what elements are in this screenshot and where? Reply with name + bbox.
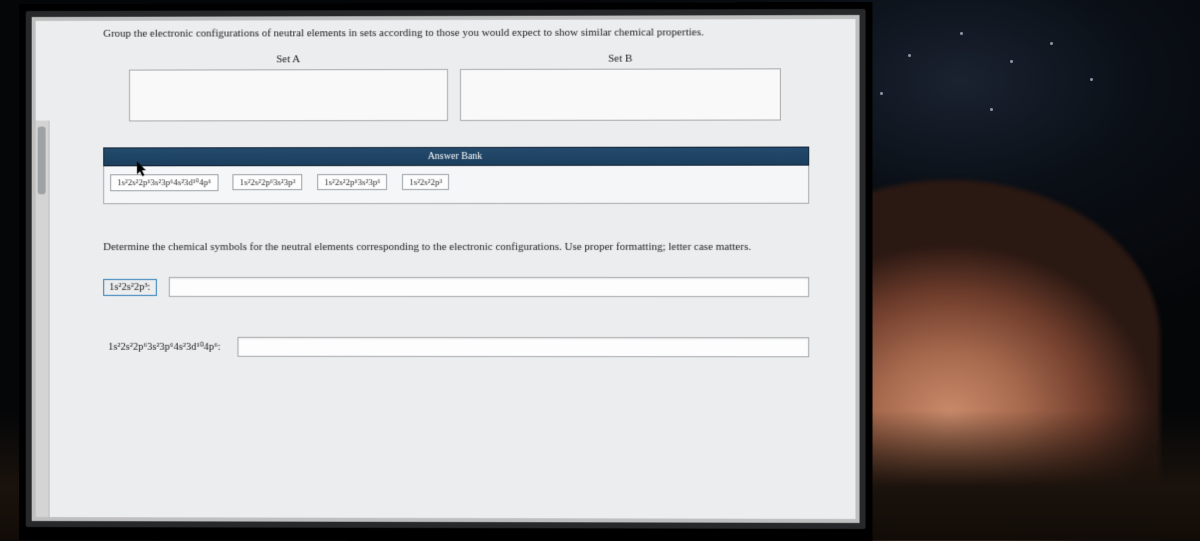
answer-bank-body: 1s²2s²2p⁶3s²3p⁶4s²3d¹⁰4p⁶ 1s²2s²2p⁶3s²3p…	[103, 165, 809, 204]
monitor: Group the electronic configurations of n…	[20, 3, 872, 541]
drop-sets-area: Set A Set B	[103, 52, 809, 141]
answer-row-2: 1s²2s²2p⁶3s²3p⁶4s²3d¹⁰4p⁶:	[103, 337, 809, 358]
chip-config-1[interactable]: 1s²2s²2p⁶3s²3p⁶4s²3d¹⁰4p⁶	[110, 174, 218, 191]
prompt-group-configurations: Group the electronic configurations of n…	[103, 25, 809, 41]
chip-config-4[interactable]: 1s²2s²2p³	[402, 174, 449, 190]
set-b-dropzone[interactable]	[460, 68, 781, 121]
prompt-determine-symbols: Determine the chemical symbols for the n…	[103, 240, 809, 256]
answer-bank: Answer Bank 1s²2s²2p⁶3s²3p⁶4s²3d¹⁰4p⁶ 1s…	[103, 146, 809, 204]
question-content: Group the electronic configurations of n…	[54, 19, 850, 519]
element-input-2[interactable]	[238, 337, 810, 357]
config-label-2: 1s²2s²2p⁶3s²3p⁶4s²3d¹⁰4p⁶:	[103, 339, 226, 355]
set-b-label: Set B	[460, 52, 781, 69]
config-label-1: 1s²2s²2p³:	[103, 279, 156, 296]
page-surface: Group the electronic configurations of n…	[36, 19, 856, 519]
monitor-bezel: Group the electronic configurations of n…	[26, 9, 866, 529]
night-sky	[840, 20, 1140, 200]
chip-config-3[interactable]: 1s²2s²2p⁶3s²3p⁶	[317, 174, 387, 190]
cursor-icon	[137, 161, 149, 177]
element-input-1[interactable]	[168, 277, 809, 297]
set-a-dropzone[interactable]	[129, 69, 448, 121]
set-a-label: Set A	[129, 53, 448, 70]
answer-row-1: 1s²2s²2p³:	[103, 277, 809, 297]
scrollbar[interactable]	[36, 121, 50, 518]
chip-config-2[interactable]: 1s²2s²2p⁶3s²3p³	[233, 174, 303, 190]
answer-bank-header: Answer Bank	[103, 146, 809, 166]
